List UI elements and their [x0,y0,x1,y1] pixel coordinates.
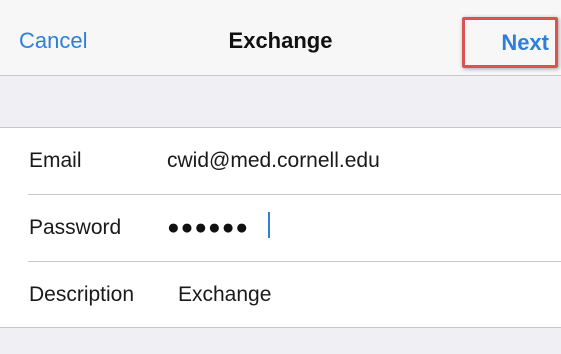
email-row: Email cwid@med.cornell.edu [0,128,561,195]
description-label: Description [29,283,135,306]
next-button[interactable]: Next [462,17,558,68]
password-label: Password [29,216,122,239]
next-button-label: Next [501,30,549,55]
account-form: Email cwid@med.cornell.edu Password ●●●●… [0,127,561,328]
text-cursor [268,212,270,238]
description-field[interactable]: Exchange [178,280,271,310]
description-row: Description Exchange [0,262,561,329]
navigation-bar: Cancel Exchange Next [0,0,561,76]
password-row: Password ●●●●●● [0,195,561,262]
email-field[interactable]: cwid@med.cornell.edu [167,146,380,176]
password-field[interactable]: ●●●●●● [167,213,249,243]
exchange-setup-screen: Cancel Exchange Next Email cwid@med.corn… [0,0,561,354]
email-label: Email [29,149,82,172]
